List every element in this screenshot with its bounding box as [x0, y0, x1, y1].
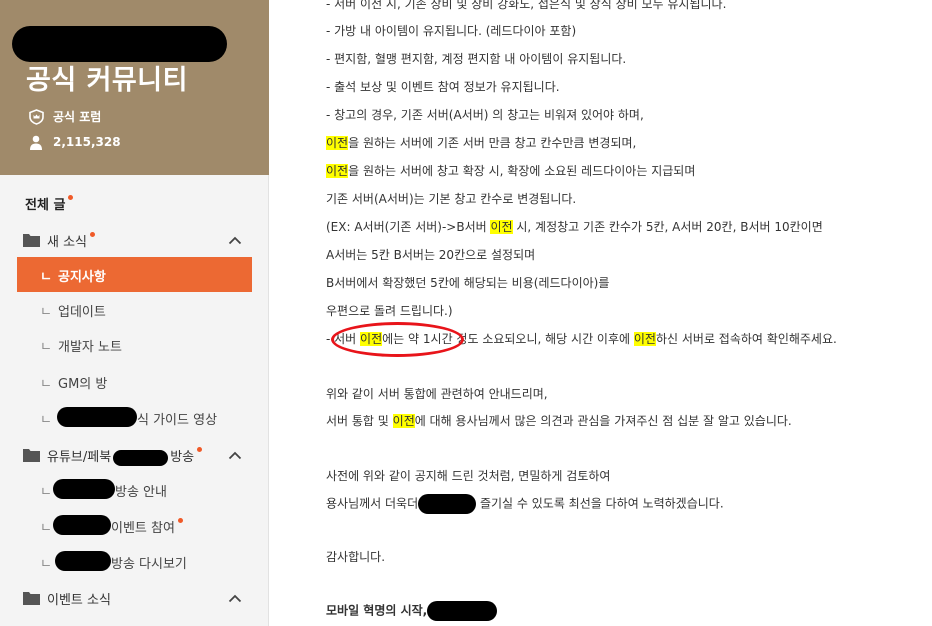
sidebar-item-label: GM의 방 — [58, 377, 108, 392]
sidebar: 공식 커뮤니티 공식 포럼 2,115,328 전체 글 새 소식 ㄴ 공지사항… — [0, 0, 269, 626]
search-highlight: 이전 — [392, 414, 415, 428]
new-dot — [68, 195, 74, 200]
redaction-mark — [53, 515, 111, 535]
folder-icon — [23, 591, 40, 609]
sidebar-item-label: 공지사항 — [58, 270, 106, 285]
post-line: B서버에서 확장했던 5칸에 해당되는 비용(레드다이아)를 — [326, 276, 610, 290]
post-line: 위와 같이 서버 통합에 관련하여 안내드리며, — [326, 387, 548, 401]
redaction-mark — [55, 551, 111, 571]
post-line: A서버는 5칸 B서버는 20칸으로 설정되며 — [326, 248, 536, 262]
post-line: 용사님께서 더욱더 즐기실 수 있도록 최선을 다하여 노력하겠습니다. — [326, 494, 724, 514]
sidebar-item-notice[interactable]: ㄴ 공지사항 — [17, 257, 252, 292]
sidebar-item-gm-room[interactable]: ㄴ GM의 방 — [17, 364, 252, 399]
sidebar-item-label: 식 가이드 영상 — [137, 413, 218, 428]
post-line: - 가방 내 아이템이 유지됩니다. (레드다이아 포함) — [326, 24, 577, 38]
post-line: - 창고의 경우, 기존 서버(A서버) 의 창고는 비워져 있어야 하며, — [326, 108, 644, 122]
post-line: 모바일 혁명의 시작, — [326, 601, 498, 621]
sidebar-item-broadcast-replay[interactable]: ㄴ 방송 다시보기 — [17, 544, 252, 579]
branch-marker: ㄴ — [40, 377, 52, 392]
category-news[interactable]: 새 소식 — [0, 227, 268, 253]
member-count-value: 2,115,328 — [53, 135, 121, 149]
member-count: 2,115,328 — [28, 134, 121, 150]
redaction-mark — [427, 601, 498, 621]
all-posts-link[interactable]: 전체 글 — [25, 194, 74, 213]
search-highlight: 이전 — [326, 164, 349, 178]
sidebar-item-dev-notes[interactable]: ㄴ 개발자 노트 — [17, 327, 252, 362]
redaction-mark — [418, 494, 477, 514]
sidebar-item-update[interactable]: ㄴ 업데이트 — [17, 292, 252, 327]
category-events[interactable]: 이벤트 소식 — [0, 585, 268, 611]
post-line: 사전에 위와 같이 공지해 드린 것처럼, 면밀하게 검토하여 — [326, 469, 611, 483]
category-news-label: 새 소식 — [47, 231, 96, 250]
chevron-up-icon[interactable] — [228, 234, 242, 249]
post-line: 서버 통합 및 이전에 대해 용사님께서 많은 의견과 관심을 가져주신 점 십… — [326, 414, 792, 428]
branch-marker: ㄴ — [40, 557, 52, 572]
shield-crown-icon — [28, 108, 44, 125]
redaction-mark — [53, 479, 115, 499]
branch-marker: ㄴ — [40, 340, 52, 355]
new-dot — [177, 518, 183, 523]
post-line: 우편으로 돌려 드립니다.) — [326, 304, 453, 318]
search-highlight: 이전 — [633, 332, 656, 346]
post-line: - 서버 이전 시, 기존 장비 및 장비 강화도, 접은식 및 장식 장비 모… — [326, 0, 727, 11]
sidebar-item-label: 이벤트 참여 — [111, 517, 183, 536]
official-forum-label: 공식 포럼 — [53, 110, 102, 124]
sidebar-item-guide-video[interactable]: ㄴ 식 가이드 영상 — [17, 400, 252, 435]
branch-marker: ㄴ — [40, 485, 52, 500]
post-line: - 출석 보상 및 이벤트 참여 정보가 유지됩니다. — [326, 80, 560, 94]
official-forum-badge[interactable]: 공식 포럼 — [28, 108, 101, 125]
new-dot — [197, 447, 203, 452]
search-highlight: 이전 — [326, 136, 349, 150]
post-line: 이전을 원하는 서버에 기존 서버 만큼 창고 칸수만큼 변경되며, — [326, 136, 637, 150]
community-title: 공식 커뮤니티 — [26, 65, 188, 96]
category-events-label: 이벤트 소식 — [47, 593, 111, 608]
post-line: 감사합니다. — [326, 550, 386, 564]
sidebar-item-broadcast-info[interactable]: ㄴ 방송 안내 — [17, 472, 252, 507]
branch-marker: ㄴ — [40, 270, 52, 285]
post-line: 이전을 원하는 서버에 창고 확장 시, 확장에 소요된 레드다이아는 지급되며 — [326, 164, 696, 178]
sidebar-item-label: 방송 안내 — [115, 485, 167, 500]
branch-marker: ㄴ — [40, 413, 52, 428]
post-body: - 서버 이전 시, 기존 장비 및 장비 강화도, 접은식 및 장식 장비 모… — [270, 0, 932, 626]
all-posts-label: 전체 글 — [25, 198, 66, 213]
post-line: - 편지함, 혈맹 편지함, 계정 편지함 내 아이템이 유지됩니다. — [326, 52, 627, 66]
community-banner: 공식 커뮤니티 공식 포럼 2,115,328 — [0, 0, 269, 175]
chevron-up-icon[interactable] — [228, 592, 242, 607]
category-broadcast[interactable]: 유튜브/페북 방송 — [0, 442, 268, 468]
person-icon — [28, 134, 44, 150]
category-broadcast-label: 유튜브/페북 방송 — [47, 446, 203, 466]
search-highlight: 이전 — [490, 220, 513, 234]
chevron-up-icon[interactable] — [228, 449, 242, 464]
redaction-mark — [12, 26, 227, 62]
folder-icon — [23, 448, 40, 466]
branch-marker: ㄴ — [40, 305, 52, 320]
sidebar-item-event-entry[interactable]: ㄴ 이벤트 참여 — [17, 508, 252, 543]
post-line: 기존 서버(A서버)는 기본 창고 칸수로 변경됩니다. — [326, 192, 577, 206]
new-dot — [90, 232, 96, 237]
red-annotation-circle — [331, 322, 464, 357]
redaction-mark — [57, 407, 137, 427]
redaction-mark — [113, 449, 169, 466]
folder-icon — [23, 233, 40, 251]
sidebar-item-label: 방송 다시보기 — [111, 557, 187, 572]
sidebar-item-label: 개발자 노트 — [58, 340, 122, 355]
post-line: (EX: A서버(기존 서버)->B서버 이전 시, 계정창고 기존 칸수가 5… — [326, 220, 823, 234]
sidebar-item-label: 업데이트 — [58, 305, 106, 320]
branch-marker: ㄴ — [40, 521, 52, 536]
